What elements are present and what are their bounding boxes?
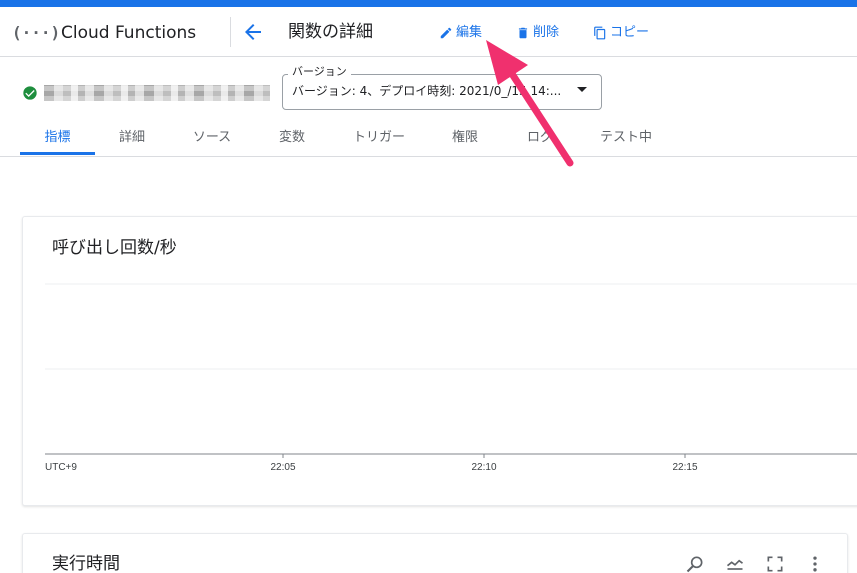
zoom-reset-icon[interactable]: [685, 554, 705, 573]
top-accent-bar: [0, 0, 857, 7]
copy-icon: [593, 26, 607, 40]
chart-toolbar: [685, 554, 825, 573]
x-tick-label: 22:05: [270, 462, 295, 473]
edit-button[interactable]: 編集: [439, 23, 482, 43]
page-title: 関数の詳細: [288, 22, 373, 42]
trash-icon: [516, 26, 530, 40]
copy-button-label: コピー: [610, 25, 650, 40]
x-tick-label: UTC+9: [45, 462, 77, 473]
cloud-functions-logo-icon: (···): [12, 23, 61, 42]
app-header: (···) Cloud Functions 関数の詳細 編集 削除 コピー: [0, 7, 857, 57]
pencil-icon: [439, 26, 453, 40]
product-name: Cloud Functions: [61, 23, 197, 43]
tab-metrics[interactable]: 指標: [20, 119, 95, 156]
fullscreen-icon[interactable]: [765, 554, 785, 573]
tab-source[interactable]: ソース: [184, 119, 240, 156]
delete-button-label: 削除: [533, 25, 560, 40]
invocations-chart-card: 呼び出し回数/秒 UTC+9 22:05 22:10 22:15: [22, 216, 857, 506]
version-select-value: バージョン: 4、デプロイ時刻: 2021/0_/15 14:...: [292, 84, 562, 98]
tab-testing[interactable]: テスト中: [590, 119, 662, 156]
status-ok-icon: [22, 85, 38, 101]
tab-variables[interactable]: 変数: [267, 119, 317, 156]
execution-time-title: 実行時間: [52, 554, 120, 573]
header-divider: [230, 17, 231, 47]
tab-details[interactable]: 詳細: [107, 119, 157, 156]
version-select-label: バージョン: [288, 65, 351, 79]
x-tick-label: 22:10: [471, 462, 496, 473]
more-options-icon[interactable]: [805, 554, 825, 573]
x-tick-label: 22:15: [672, 462, 697, 473]
function-name-redacted: [44, 85, 270, 101]
tab-permissions[interactable]: 権限: [440, 119, 490, 156]
invocations-chart: UTC+9 22:05 22:10 22:15: [45, 283, 857, 473]
execution-time-card: 実行時間: [22, 533, 848, 573]
tab-logs[interactable]: ログ: [515, 119, 565, 156]
tab-triggers[interactable]: トリガー: [343, 119, 415, 156]
active-tab-indicator: [20, 152, 95, 155]
back-arrow-icon[interactable]: [241, 20, 265, 44]
chevron-down-icon[interactable]: [577, 87, 587, 92]
edit-button-label: 編集: [456, 25, 483, 40]
legend-toggle-icon[interactable]: [725, 554, 745, 573]
delete-button[interactable]: 削除: [516, 23, 559, 43]
tab-bar: 指標 詳細 ソース 変数 トリガー 権限 ログ テスト中: [0, 119, 857, 157]
copy-button[interactable]: コピー: [593, 23, 649, 43]
